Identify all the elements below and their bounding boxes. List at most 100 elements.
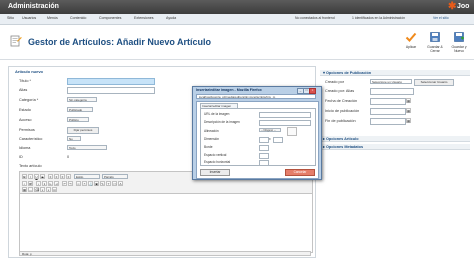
created-by-input[interactable]: Seleccione un Usuario: [370, 79, 412, 84]
dimension-x: x: [269, 137, 271, 141]
italic-icon[interactable]: I: [28, 174, 33, 179]
insert-image-dialog: Insertar/editar imagen - Mozilla Firefox…: [192, 86, 322, 180]
charmap-icon[interactable]: Ω: [52, 187, 57, 192]
menu-item-components[interactable]: Componentes: [99, 16, 121, 20]
set-permissions-button[interactable]: Fijar permisos: [67, 127, 99, 134]
underline-icon[interactable]: U: [34, 174, 39, 179]
align-left-icon[interactable]: ≡: [48, 174, 53, 179]
image-icon[interactable]: ▣: [94, 181, 99, 186]
calendar-icon[interactable]: ▦: [406, 108, 411, 113]
image-url-label: URL de la imagen: [204, 112, 230, 116]
vspace-input[interactable]: [259, 153, 269, 159]
publish-down-input[interactable]: [370, 118, 406, 125]
featured-select[interactable]: No: [67, 136, 81, 141]
bold-icon[interactable]: B: [22, 174, 27, 179]
menu-item-help[interactable]: Ayuda: [166, 16, 176, 20]
editor-content-area[interactable]: [19, 193, 313, 253]
cleanup-icon[interactable]: ✎: [100, 181, 105, 186]
redo-icon[interactable]: ↷: [68, 181, 73, 186]
metadata-options-title: Opciones Metadatos: [325, 145, 364, 149]
dialog-title: Insertar/editar imagen - Mozilla Firefox: [196, 88, 262, 92]
checkmark-icon: [405, 32, 417, 42]
anchor-icon[interactable]: ⚓: [88, 181, 93, 186]
select-user-button[interactable]: Seleccionar Usuario: [414, 79, 454, 86]
menu-item-extensions[interactable]: Extensiones: [134, 16, 154, 20]
insert-button[interactable]: Insertar: [200, 169, 230, 176]
alias-input[interactable]: [67, 87, 155, 94]
language-select[interactable]: Todo: [67, 145, 107, 150]
outdent-icon[interactable]: ⇤: [48, 181, 53, 186]
metadata-options-header[interactable]: ▸ Opciones Metadatos: [320, 144, 470, 150]
strikethrough-icon[interactable]: S: [40, 174, 45, 179]
publishing-options-header[interactable]: ▾ Opciones de Publicación: [320, 70, 470, 76]
color-icon[interactable]: A: [118, 181, 123, 186]
border-label: Borde: [204, 145, 213, 149]
view-site-link[interactable]: Ver el sitio: [433, 16, 449, 20]
joomla-logo-text: Joo: [457, 3, 470, 10]
calendar-icon[interactable]: ▦: [406, 98, 411, 103]
status-label: Estado: [19, 108, 31, 112]
style-select[interactable]: Estilo: [74, 174, 100, 179]
search-icon[interactable]: ⌕: [22, 181, 27, 186]
access-select[interactable]: Público: [67, 117, 89, 122]
subscript-icon[interactable]: x: [40, 187, 45, 192]
hspace-input[interactable]: [259, 160, 269, 166]
table-icon[interactable]: ▦: [22, 187, 27, 192]
remove-format-icon[interactable]: ⌫: [34, 187, 39, 192]
apply-button-label: Aplicar: [405, 45, 417, 49]
id-value: 0: [67, 155, 70, 159]
category-select[interactable]: Sin categoría: [67, 97, 97, 102]
save-close-button[interactable]: Guardar & Cerrar: [424, 31, 446, 53]
language-label: Idioma: [19, 146, 31, 150]
paragraph-select[interactable]: Párrafo: [102, 174, 128, 179]
dialog-url-bar: localhost/joomla_cd/media/editors/tinymc…: [196, 94, 316, 99]
admin-users-status: 1 identificados en la Administración: [352, 16, 405, 20]
status-select[interactable]: Publicado: [67, 107, 93, 112]
alignment-label: Alineación: [204, 129, 219, 133]
joomla-logo: ✱ Joo: [448, 1, 472, 13]
id-label: ID: [19, 155, 23, 159]
align-center-icon[interactable]: ≡: [54, 174, 59, 179]
apply-button[interactable]: Aplicar: [400, 31, 422, 49]
menu-item-content[interactable]: Contenido: [70, 16, 86, 20]
hspace-label: Espacio horizontal: [204, 160, 231, 164]
justify-icon[interactable]: ≡: [66, 174, 71, 179]
border-input[interactable]: [259, 145, 269, 151]
menu-item-site[interactable]: Sitio: [7, 16, 14, 20]
publish-down-label: Fin de publicación: [325, 119, 356, 123]
created-alias-input[interactable]: [370, 88, 414, 95]
unlink-icon[interactable]: ⨯: [82, 181, 87, 186]
undo-icon[interactable]: ↶: [62, 181, 67, 186]
created-date-input[interactable]: [370, 98, 406, 105]
featured-label: Característico: [19, 137, 43, 141]
save-new-button[interactable]: Guardar y Nuevo: [448, 31, 470, 53]
hr-icon[interactable]: —: [28, 187, 33, 192]
indent-icon[interactable]: ⇥: [54, 181, 59, 186]
alias-label: Alias: [19, 88, 28, 92]
created-date-label: Fecha de Creación: [325, 99, 358, 103]
main-menu-bar: Sitio Usuarios Menús Contenido Component…: [0, 14, 474, 25]
title-input[interactable]: [67, 78, 155, 85]
created-by-label: Creado por: [325, 80, 344, 84]
calendar-icon[interactable]: ▦: [406, 118, 411, 123]
link-icon[interactable]: ∞: [76, 181, 81, 186]
image-description-input[interactable]: [259, 120, 311, 126]
vspace-label: Espacio vertical: [204, 153, 227, 157]
width-input[interactable]: [259, 137, 269, 143]
superscript-icon[interactable]: x: [46, 187, 51, 192]
category-label: Categoría *: [19, 98, 39, 102]
article-options-header[interactable]: ▸ Opciones Artículo: [320, 136, 470, 142]
alignment-select[interactable]: -- Ninguno --: [259, 128, 281, 132]
numbered-list-icon[interactable]: 1: [42, 181, 47, 186]
menu-item-menus[interactable]: Menús: [47, 16, 58, 20]
bullet-list-icon[interactable]: •: [36, 181, 41, 186]
html-icon[interactable]: <>: [112, 181, 117, 186]
help-icon[interactable]: ?: [106, 181, 111, 186]
height-input[interactable]: [273, 137, 283, 143]
cancel-button[interactable]: Cancelar: [285, 169, 315, 176]
image-url-input[interactable]: [259, 112, 311, 118]
menu-item-users[interactable]: Usuarios: [22, 16, 36, 20]
replace-icon[interactable]: ⇄: [28, 181, 33, 186]
align-right-icon[interactable]: ≡: [60, 174, 65, 179]
publish-up-input[interactable]: [370, 108, 406, 115]
